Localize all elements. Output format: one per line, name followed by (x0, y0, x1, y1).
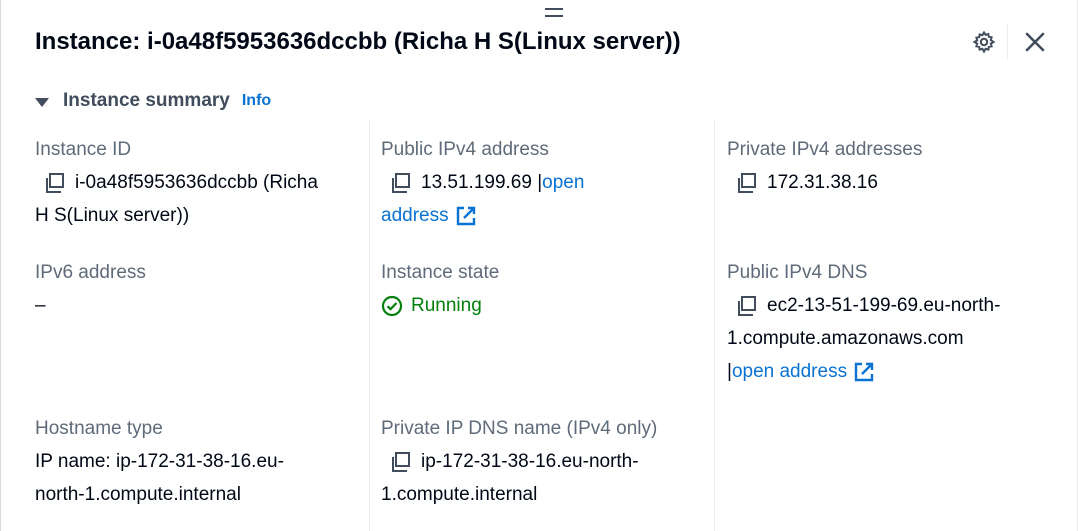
hostname-type-value: IP name: ip-172-31-38-16.eu- (35, 451, 284, 472)
panel-left-border (0, 0, 1, 531)
field-label: Private IP DNS name (IPv4 only) (381, 418, 658, 439)
field-label: Hostname type (35, 418, 163, 439)
ipv6-field: IPv6 address – (35, 256, 360, 322)
copy-icon[interactable] (389, 172, 411, 194)
external-link-icon[interactable] (853, 361, 875, 383)
private-dns-value: ip-172-31-38-16.eu-north- (381, 445, 711, 478)
open-address-link[interactable]: open (542, 172, 584, 193)
status-badge: Running (381, 289, 706, 322)
resize-handle-icon[interactable] (545, 8, 563, 20)
hostname-type-value-cont: north-1.compute.internal (35, 484, 241, 505)
copy-icon[interactable] (735, 295, 757, 317)
close-icon[interactable] (1022, 29, 1048, 55)
field-label: Private IPv4 addresses (727, 139, 923, 160)
check-circle-icon (381, 295, 403, 317)
column-divider (714, 121, 715, 531)
instance-id-value: i-0a48f5953636dccbb (Richa (35, 166, 360, 199)
instance-id-value-cont: H S(Linux server)) (35, 205, 190, 226)
open-address-link[interactable]: open address (732, 361, 847, 382)
public-dns-value-cont: 1.compute.amazonaws.com (727, 328, 964, 349)
public-dns-field: Public IPv4 DNS ec2-13-51-199-69.eu-nort… (727, 256, 1062, 388)
private-ipv4-field: Private IPv4 addresses 172.31.38.16 (727, 133, 1057, 199)
private-dns-field: Private IP DNS name (IPv4 only) ip-172-3… (381, 412, 711, 511)
gear-icon[interactable] (971, 29, 997, 55)
field-label: Instance state (381, 262, 500, 283)
info-link[interactable]: Info (242, 92, 271, 110)
hostname-type-field: Hostname type IP name: ip-172-31-38-16.e… (35, 412, 360, 511)
field-label: Public IPv4 address (381, 139, 549, 160)
ipv6-value: – (35, 295, 46, 316)
open-address-link-cont[interactable]: address (381, 205, 449, 226)
private-dns-value-cont: 1.compute.internal (381, 484, 538, 505)
field-label: IPv6 address (35, 262, 146, 283)
copy-icon[interactable] (735, 172, 757, 194)
section-heading: Instance summary (63, 90, 230, 111)
page-title: Instance: i-0a48f5953636dccbb (Richa H S… (35, 28, 681, 55)
private-ipv4-value: 172.31.38.16 (727, 166, 1057, 199)
external-link-icon[interactable] (455, 205, 477, 227)
panel-header: Instance: i-0a48f5953636dccbb (Richa H S… (35, 25, 1048, 62)
public-dns-value: ec2-13-51-199-69.eu-north- (727, 289, 1062, 322)
copy-icon[interactable] (389, 451, 411, 473)
copy-icon[interactable] (43, 172, 65, 194)
column-divider (369, 121, 370, 531)
public-ipv4-value: 13.51.199.69 |open (381, 166, 706, 199)
caret-down-icon (35, 97, 49, 107)
instance-id-field: Instance ID i-0a48f5953636dccbb (Richa H… (35, 133, 360, 232)
instance-summary-toggle[interactable]: Instance summary Info (35, 88, 271, 114)
instance-state-field: Instance state Running (381, 256, 706, 322)
field-label: Instance ID (35, 139, 132, 160)
field-label: Public IPv4 DNS (727, 262, 868, 283)
header-actions (971, 25, 1048, 59)
header-divider (1007, 25, 1008, 59)
public-ipv4-field: Public IPv4 address 13.51.199.69 |open a… (381, 133, 706, 232)
